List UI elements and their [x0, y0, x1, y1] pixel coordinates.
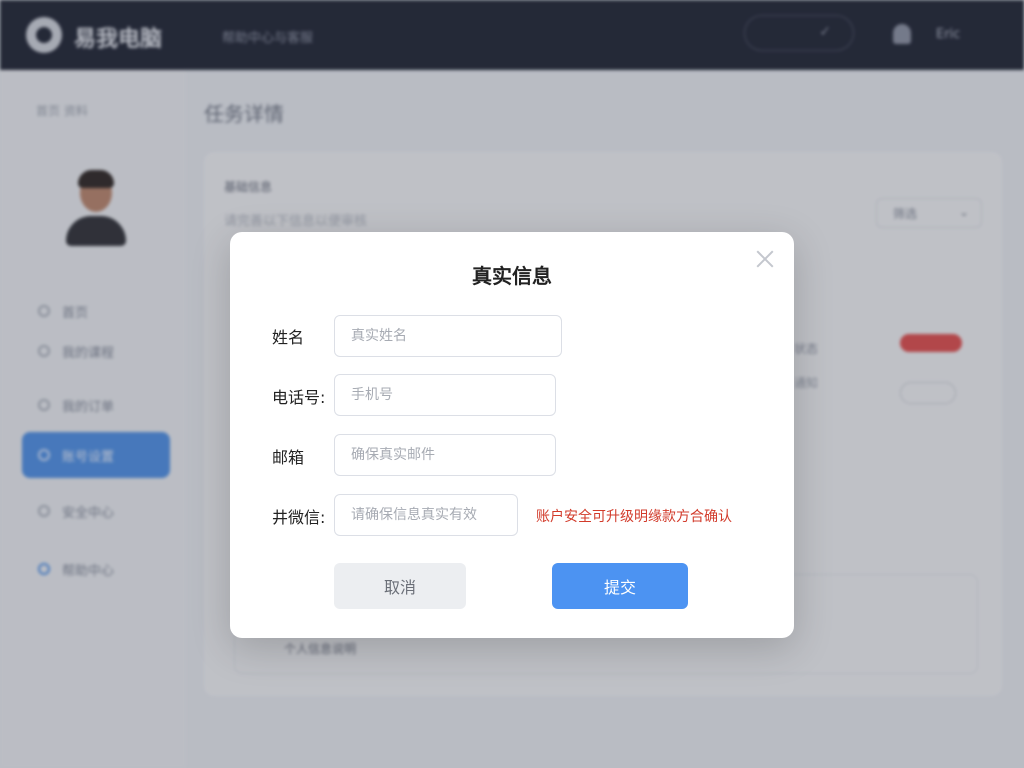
wechat-error-text: 账户安全可升级明缘款方合确认 — [536, 509, 732, 525]
wechat-label: 井微信: — [272, 508, 326, 527]
email-field[interactable] — [334, 434, 556, 476]
cancel-button[interactable]: 取消 — [334, 563, 466, 609]
name-field[interactable] — [334, 315, 562, 357]
name-label: 姓名 — [272, 328, 305, 347]
phone-field[interactable] — [334, 374, 556, 416]
phone-label: 电话号: — [272, 388, 326, 407]
close-icon[interactable] — [754, 248, 776, 270]
dialog-title: 真实信息 — [472, 264, 552, 288]
submit-button[interactable]: 提交 — [552, 563, 688, 609]
wechat-field[interactable] — [334, 494, 518, 536]
real-info-dialog: 真实信息 姓名 电话号: 邮箱 井微信: 账户安全可升级明缘款方合确认 取消 提… — [230, 232, 794, 638]
email-label: 邮箱 — [272, 448, 305, 467]
